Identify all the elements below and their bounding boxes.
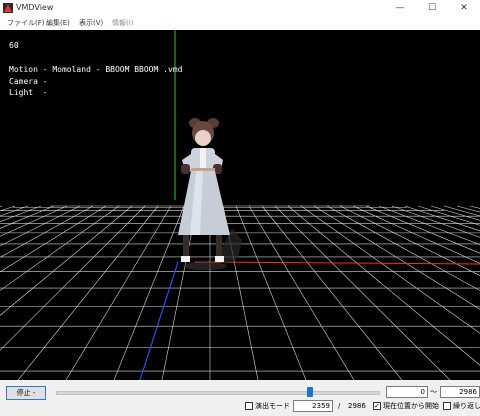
range-end-field[interactable]: 2986 [440,386,480,398]
seek-track[interactable] [56,391,380,395]
window-title: VMDView [16,3,54,12]
viewport-3d[interactable]: 60 Motion - Momoland - BBOOM BBOOM .vmd … [0,30,480,380]
loop-checkbox[interactable] [443,402,451,410]
from-current-label: 現在位置から開始 [383,402,439,410]
menu-file[interactable]: ファイル(F) [7,17,45,29]
range-start-field[interactable]: 0 [386,386,428,398]
close-button[interactable]: ✕ [448,0,480,16]
menu-edit[interactable]: 編集(E) [46,17,70,29]
seek-thumb[interactable] [307,387,314,397]
maximize-button[interactable]: ☐ [416,0,448,16]
loop-label: 繰り返し [453,402,480,410]
demo-mode-label: 演出モード [255,402,290,410]
title-bar: VMDView — ☐ ✕ [0,0,480,16]
demo-mode-checkbox[interactable] [245,402,253,410]
floor-grid [0,205,480,380]
from-current-checkbox[interactable]: ✓ [373,402,381,410]
menu-view[interactable]: 表示(V) [79,17,103,29]
minimize-button[interactable]: — [384,0,416,16]
menu-bar: ファイル(F) 編集(E) 表示(V) 情報(I) [0,16,480,30]
menu-info[interactable]: 情報(I) [112,17,134,29]
x-axis-line [194,261,480,265]
motion-info: Motion - Momoland - BBOOM BBOOM .vmd [9,65,183,74]
z-axis-line [139,261,179,380]
scene-canvas[interactable] [0,30,480,380]
playback-controls: 停止 - 0 〜 2986 演出モード 2359 / 2986 ✓ 現在位置から… [0,380,480,416]
fps-readout: 60 [9,41,19,50]
light-info: Light - [9,88,48,97]
camera-info: Camera - [9,77,48,86]
range-separator: 〜 [430,388,437,396]
stop-button[interactable]: 停止 - [6,386,46,400]
frame-field[interactable]: 2359 [293,400,333,412]
app-icon [3,3,13,13]
frame-separator: / [338,402,341,410]
frame-total: 2986 [348,402,366,410]
